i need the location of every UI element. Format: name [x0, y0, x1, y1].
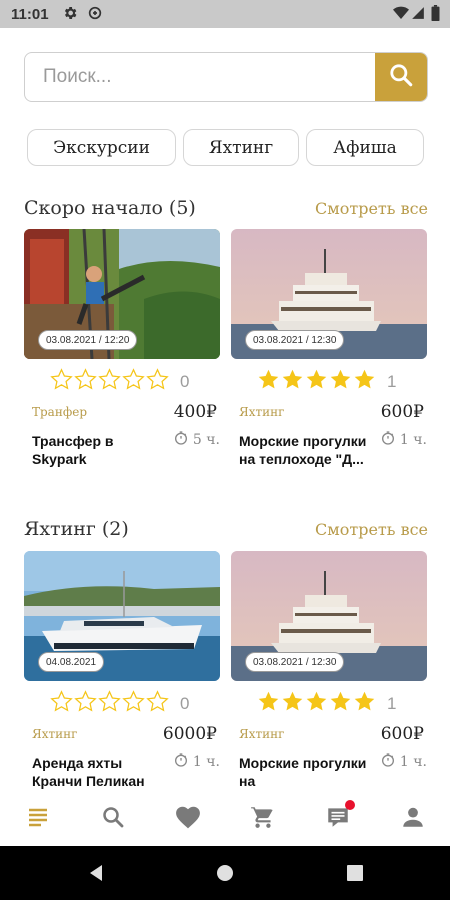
data-saver-icon [87, 5, 103, 25]
card-duration: 1 ч. [173, 752, 220, 772]
status-bar: 11:01 [0, 0, 450, 28]
card-date-badge: 03.08.2021 / 12:20 [38, 330, 138, 350]
nav-menu[interactable] [23, 804, 53, 834]
star-filled-icon [354, 369, 375, 389]
back-icon[interactable] [87, 864, 105, 887]
card-date-badge: 04.08.2021 [38, 652, 105, 672]
rating-count: 1 [387, 372, 397, 391]
card-duration: 1 ч. [380, 430, 427, 450]
chip-yachting[interactable]: Яхтинг [183, 129, 299, 166]
star-empty-icon [74, 690, 97, 712]
home-icon[interactable] [216, 864, 234, 887]
chip-events[interactable]: Афиша [306, 129, 424, 166]
nav-cart[interactable] [248, 804, 278, 834]
signal-icon [411, 5, 425, 25]
star-empty-icon [146, 368, 169, 390]
card-price: 400₽ [173, 402, 217, 422]
section-title-soon: Скоро начало (5) [24, 197, 196, 219]
card-category: Яхтинг [239, 405, 285, 419]
duration-text: 1 ч. [399, 432, 427, 448]
star-filled-icon [306, 691, 327, 711]
card-duration: 1 ч. [380, 752, 427, 772]
see-all-soon-link[interactable]: Смотреть все [315, 199, 428, 218]
search-icon [101, 805, 125, 834]
system-navigation-bar [0, 846, 450, 900]
battery-icon [431, 5, 440, 25]
recents-icon[interactable] [347, 865, 363, 886]
heart-icon [175, 805, 201, 834]
card-price: 6000₽ [162, 724, 217, 744]
search-button[interactable] [375, 53, 427, 101]
card-title: Трансфер в Skypark [32, 433, 114, 467]
rating-stars [50, 368, 170, 391]
search-icon [388, 62, 414, 93]
cart-icon [250, 804, 276, 835]
star-empty-icon [122, 368, 145, 390]
star-filled-icon [258, 691, 279, 711]
star-empty-icon [98, 368, 121, 390]
star-filled-icon [306, 369, 327, 389]
star-empty-icon [74, 368, 97, 390]
nav-profile[interactable] [398, 804, 428, 834]
star-empty-icon [122, 690, 145, 712]
status-time: 11:01 [11, 6, 49, 23]
card-date-badge: 03.08.2021 / 12:30 [245, 330, 345, 350]
search-bar [24, 52, 428, 102]
star-empty-icon [98, 690, 121, 712]
menu-icon [26, 805, 50, 834]
rating-stars [257, 690, 377, 713]
wifi-icon [393, 5, 409, 25]
stopwatch-icon [173, 430, 193, 450]
card-duration: 5 ч. [173, 430, 220, 450]
duration-text: 1 ч. [399, 754, 427, 770]
card-category: Яхтинг [239, 727, 285, 741]
star-filled-icon [282, 691, 303, 711]
card-category: Транфер [32, 405, 88, 419]
star-empty-icon [50, 690, 73, 712]
section-title-yachting: Яхтинг (2) [24, 518, 129, 540]
card-title: Морские прогулки на теплоходе "Д... [239, 433, 367, 467]
stopwatch-icon [380, 430, 400, 450]
star-filled-icon [282, 369, 303, 389]
nav-messages[interactable] [323, 800, 355, 834]
nav-search[interactable] [98, 804, 128, 834]
card-date-badge: 03.08.2021 / 12:30 [245, 652, 345, 672]
star-empty-icon [50, 368, 73, 390]
nav-favorites[interactable] [173, 804, 203, 834]
card-title: Морские прогулки на [239, 755, 367, 789]
rating-count: 0 [180, 372, 190, 391]
stopwatch-icon [380, 752, 400, 772]
search-input[interactable] [25, 53, 377, 101]
rating-stars [257, 368, 377, 391]
card-price: 600₽ [380, 724, 424, 744]
card-category: Яхтинг [32, 727, 78, 741]
star-filled-icon [258, 369, 279, 389]
rating-count: 1 [387, 694, 397, 713]
profile-icon [400, 804, 426, 835]
star-filled-icon [330, 369, 351, 389]
star-filled-icon [354, 691, 375, 711]
chip-excursions[interactable]: Экскурсии [27, 129, 176, 166]
rating-count: 0 [180, 694, 190, 713]
card-title: Аренда яхты Кранчи Пеликан [32, 755, 145, 789]
see-all-yachting-link[interactable]: Смотреть все [315, 520, 428, 539]
duration-text: 5 ч. [192, 432, 220, 448]
notification-dot [345, 800, 355, 810]
rating-stars [50, 690, 170, 713]
star-empty-icon [146, 690, 169, 712]
bottom-navigation [0, 790, 450, 846]
card-price: 600₽ [380, 402, 424, 422]
duration-text: 1 ч. [192, 754, 220, 770]
stopwatch-icon [173, 752, 193, 772]
settings-icon [62, 5, 78, 25]
star-filled-icon [330, 691, 351, 711]
